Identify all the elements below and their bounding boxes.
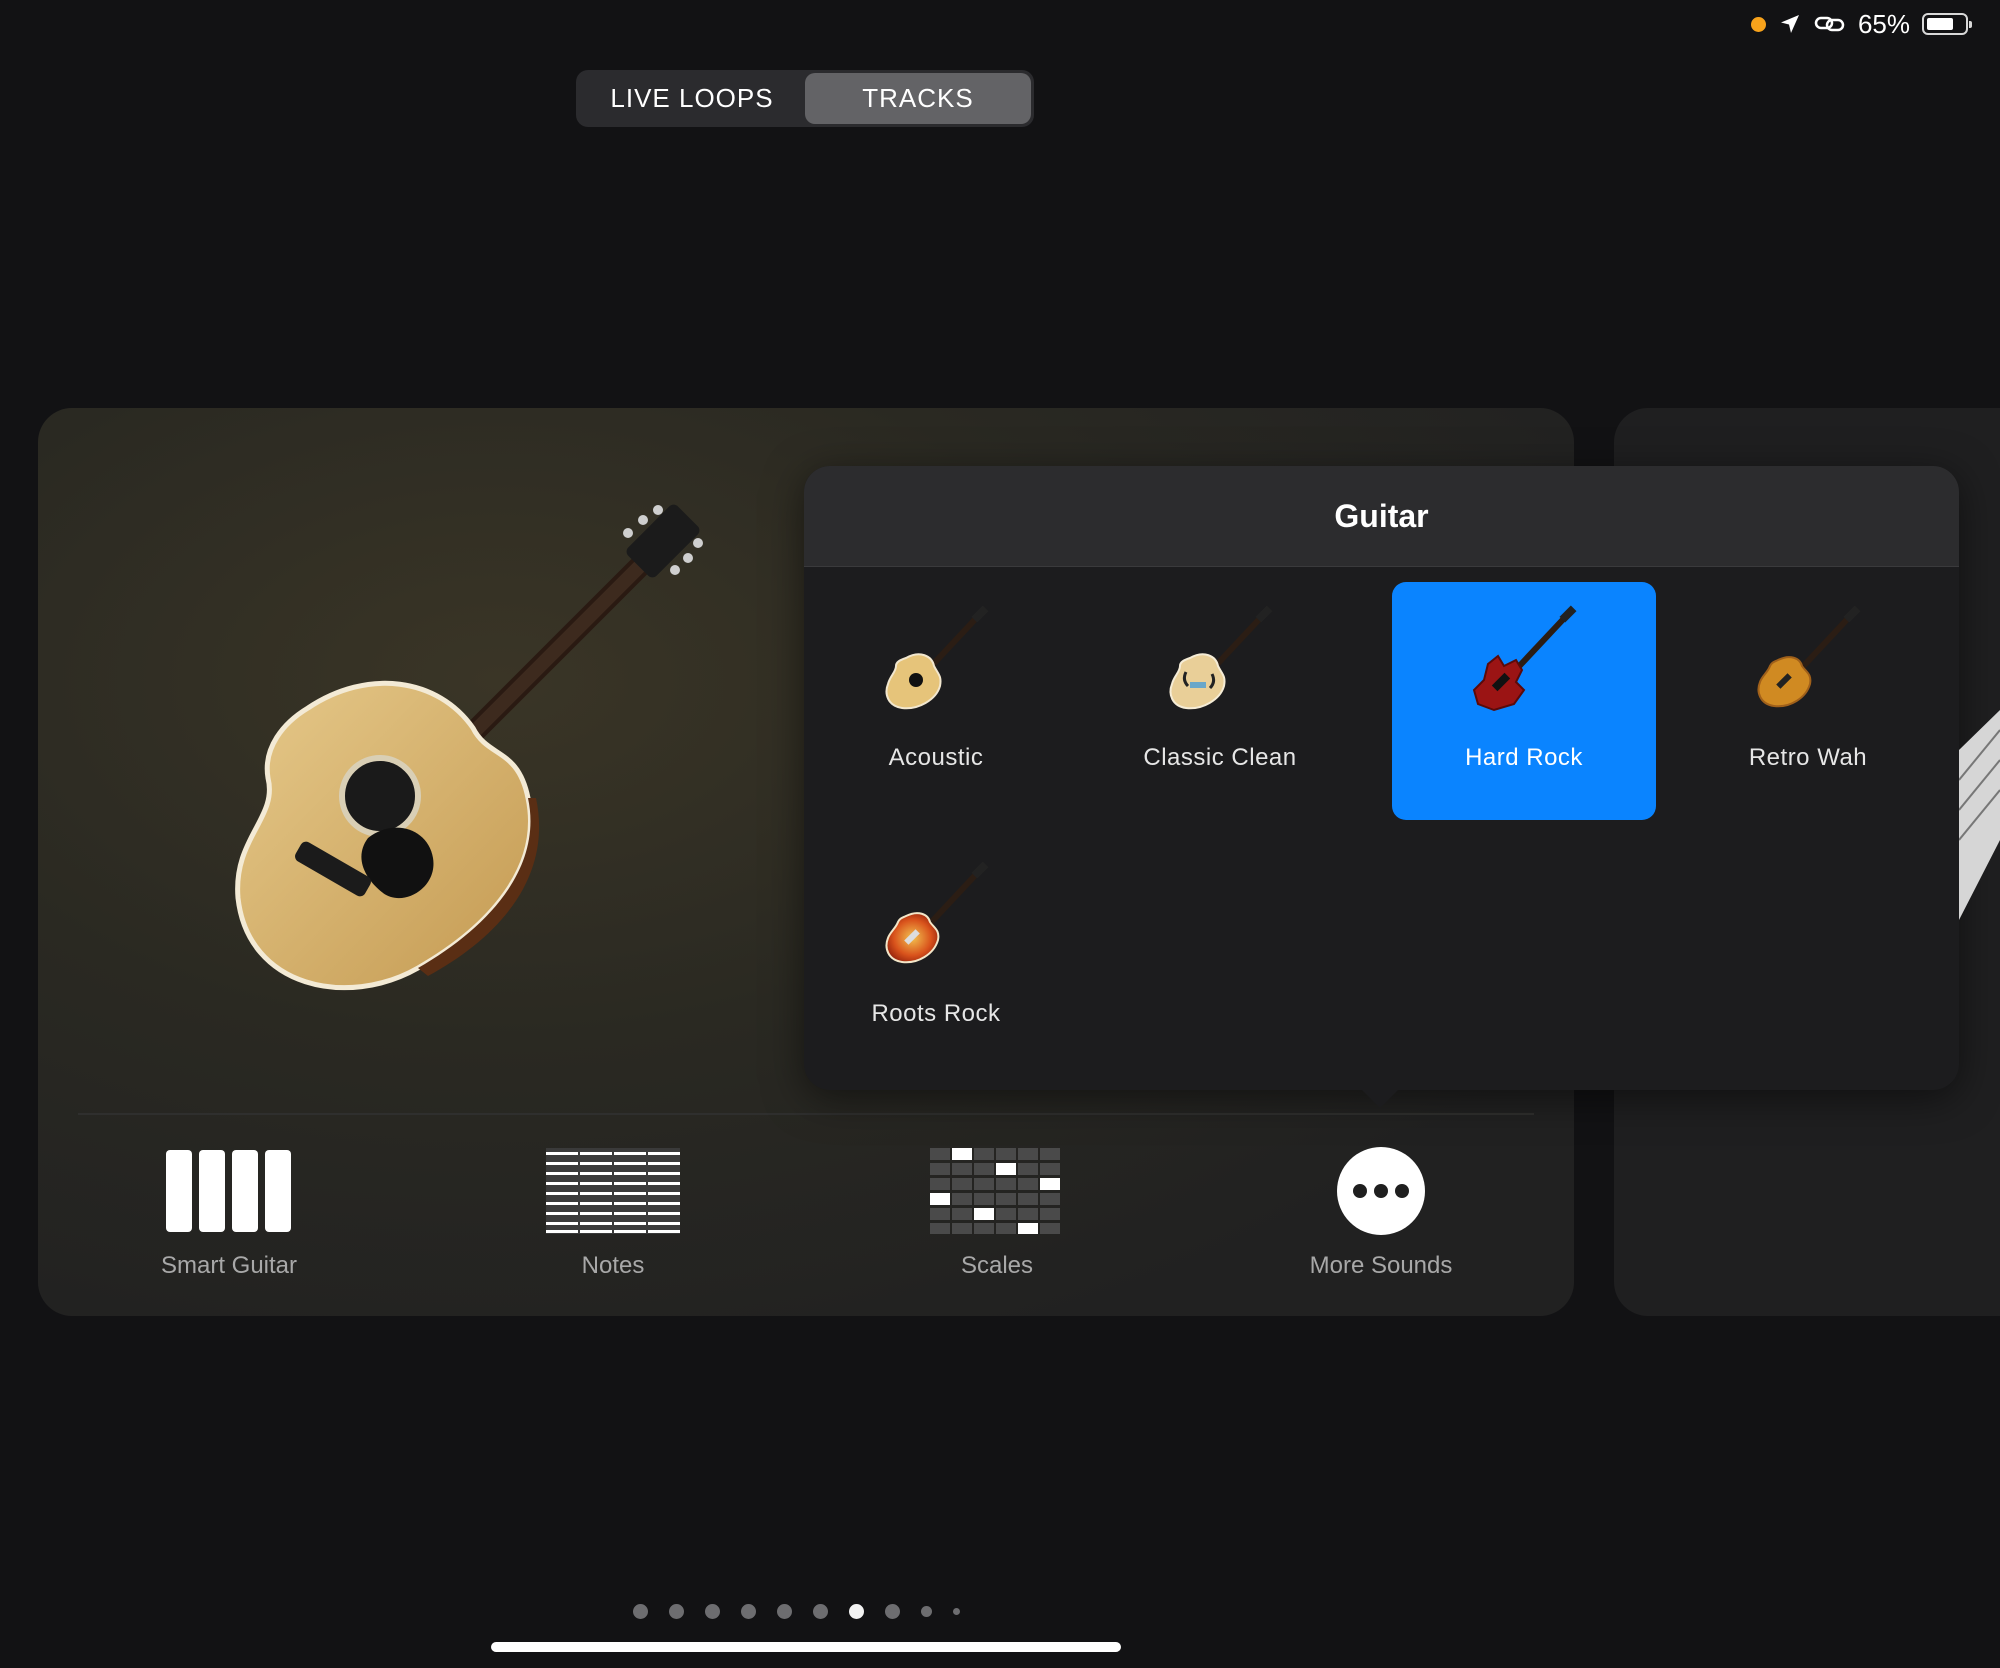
view-mode-switcher: LIVE LOOPS TRACKS	[576, 70, 1034, 127]
notes-icon	[493, 1148, 733, 1234]
next-card-guitar-edge	[1959, 710, 2000, 920]
smart-guitar-icon	[109, 1148, 349, 1234]
page-dot	[705, 1604, 720, 1619]
tab-live-loops[interactable]: LIVE LOOPS	[579, 73, 805, 124]
sound-label: Roots Rock	[871, 1000, 1001, 1027]
hollow-body-guitar-icon	[1169, 605, 1273, 710]
page-dot	[885, 1604, 900, 1619]
smart-guitar-button[interactable]: Smart Guitar	[109, 1148, 349, 1280]
sound-roots-rock[interactable]: Roots Rock	[804, 838, 1068, 1076]
popover-title: Guitar	[1334, 497, 1429, 534]
page-dot	[633, 1604, 648, 1619]
notes-button[interactable]: Notes	[493, 1148, 733, 1280]
page-dot	[921, 1606, 932, 1617]
scales-icon	[877, 1148, 1117, 1234]
card-divider	[78, 1113, 1534, 1115]
guitar-sound-popover: Guitar Acoustic Classic Clean Hard Rock	[804, 466, 1959, 1108]
link-icon	[1814, 16, 1845, 32]
popover-header: Guitar	[804, 466, 1959, 567]
home-indicator[interactable]	[491, 1642, 1121, 1652]
scales-button[interactable]: Scales	[877, 1148, 1117, 1280]
page-indicator[interactable]	[633, 1604, 981, 1619]
smart-guitar-label: Smart Guitar	[160, 1252, 298, 1279]
battery-icon	[1922, 13, 1972, 35]
sound-classic-clean[interactable]: Classic Clean	[1088, 582, 1352, 820]
sound-hard-rock[interactable]: Hard Rock	[1392, 582, 1656, 820]
sound-label: Retro Wah	[1748, 744, 1868, 771]
tab-tracks[interactable]: TRACKS	[805, 73, 1031, 124]
page-dot	[953, 1608, 960, 1615]
page-dot	[669, 1604, 684, 1619]
scales-label: Scales	[960, 1252, 1034, 1279]
sound-retro-wah[interactable]: Retro Wah	[1676, 582, 1940, 820]
sunburst-guitar-icon	[885, 861, 989, 964]
popover-pointer	[1362, 1090, 1398, 1108]
status-bar: 65%	[1750, 8, 1972, 40]
more-sounds-label: More Sounds	[1309, 1252, 1453, 1279]
page-dot	[777, 1604, 792, 1619]
sound-label: Hard Rock	[1465, 744, 1583, 771]
page-dot	[741, 1604, 756, 1619]
acoustic-guitar-image	[235, 504, 703, 990]
sound-label: Acoustic	[888, 744, 984, 771]
sound-label: Classic Clean	[1143, 744, 1297, 771]
recording-indicator-icon	[1750, 16, 1766, 32]
more-icon	[1261, 1147, 1501, 1235]
notes-label: Notes	[581, 1252, 645, 1279]
more-sounds-button[interactable]: More Sounds	[1261, 1147, 1501, 1280]
battery-percentage: 65%	[1857, 8, 1910, 39]
les-paul-guitar-icon	[1757, 605, 1861, 708]
sound-acoustic[interactable]: Acoustic	[804, 582, 1068, 820]
page-dot-current	[849, 1604, 864, 1619]
acoustic-guitar-icon	[885, 605, 989, 710]
location-icon	[1780, 15, 1799, 33]
sg-guitar-icon	[1472, 605, 1577, 712]
page-dot	[813, 1604, 828, 1619]
